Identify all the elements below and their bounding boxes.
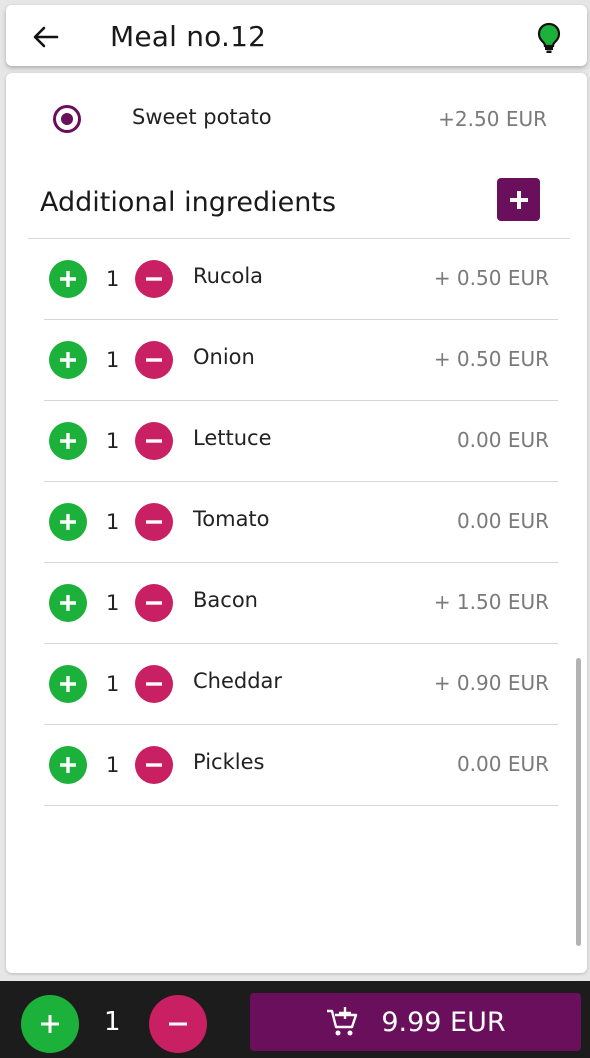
minus-icon xyxy=(169,1022,187,1026)
decrease-button[interactable] xyxy=(135,260,173,298)
plus-icon xyxy=(60,433,76,449)
ingredient-name: Onion xyxy=(193,345,255,369)
increase-button[interactable] xyxy=(49,341,87,379)
app-header: Meal no.12 xyxy=(6,5,587,66)
ingredient-quantity: 1 xyxy=(106,348,120,372)
ingredient-name: Rucola xyxy=(193,264,264,288)
decrease-meal-quantity-button[interactable] xyxy=(149,995,207,1053)
ingredient-quantity: 1 xyxy=(106,267,120,291)
add-ingredient-button[interactable] xyxy=(497,178,540,221)
order-bar: 1 9.99 EUR xyxy=(0,981,590,1058)
increase-button[interactable] xyxy=(49,503,87,541)
ingredient-row-bacon: 1 Bacon + 1.50 EUR xyxy=(44,563,558,644)
decrease-button[interactable] xyxy=(135,584,173,622)
minus-icon xyxy=(146,520,162,524)
decrease-button[interactable] xyxy=(135,422,173,460)
add-to-cart-button[interactable]: 9.99 EUR xyxy=(250,993,581,1051)
decrease-button[interactable] xyxy=(135,665,173,703)
option-price: +2.50 EUR xyxy=(438,107,547,131)
minus-icon xyxy=(146,358,162,362)
minus-icon xyxy=(146,682,162,686)
ingredient-quantity: 1 xyxy=(106,672,120,696)
ingredient-name: Lettuce xyxy=(193,426,272,450)
decrease-button[interactable] xyxy=(135,503,173,541)
radio-selected-dot xyxy=(61,113,73,125)
ingredient-price: 0.00 EUR xyxy=(456,509,549,533)
plus-icon xyxy=(60,676,76,692)
plus-icon xyxy=(60,271,76,287)
increase-button[interactable] xyxy=(49,422,87,460)
plus-icon xyxy=(509,190,528,209)
ingredient-row-pickles: 1 Pickles 0.00 EUR xyxy=(44,725,558,806)
ingredient-price: 0.00 EUR xyxy=(456,752,549,776)
plus-icon xyxy=(60,757,76,773)
ingredient-name: Bacon xyxy=(193,588,258,612)
plus-icon xyxy=(60,514,76,530)
minus-icon xyxy=(146,763,162,767)
plus-icon xyxy=(41,1015,59,1033)
minus-icon xyxy=(146,439,162,443)
section-title: Additional ingredients xyxy=(40,187,337,218)
arrow-left-icon xyxy=(33,26,59,48)
ingredient-price: + 0.50 EUR xyxy=(433,266,549,290)
increase-button[interactable] xyxy=(49,746,87,784)
ingredient-row-onion: 1 Onion + 0.50 EUR xyxy=(44,320,558,401)
back-button[interactable] xyxy=(30,21,62,53)
ingredient-row-lettuce: 1 Lettuce 0.00 EUR xyxy=(44,401,558,482)
option-radio[interactable] xyxy=(53,105,81,133)
ingredient-list: 1 Rucola + 0.50 EUR 1 Onion + 0.50 EUR 1… xyxy=(6,239,587,806)
increase-meal-quantity-button[interactable] xyxy=(21,995,79,1053)
ingredient-price: + 0.50 EUR xyxy=(433,347,549,371)
ingredient-name: Pickles xyxy=(193,750,265,774)
ingredient-row-rucola: 1 Rucola + 0.50 EUR xyxy=(44,239,558,320)
option-label: Sweet potato xyxy=(132,105,272,129)
ingredient-name: Tomato xyxy=(193,507,270,531)
ingredient-price: + 0.90 EUR xyxy=(433,671,549,695)
plus-icon xyxy=(60,352,76,368)
order-total: 9.99 EUR xyxy=(381,1006,506,1038)
ingredient-price: 0.00 EUR xyxy=(456,428,549,452)
ingredient-row-tomato: 1 Tomato 0.00 EUR xyxy=(44,482,558,563)
lightbulb-icon xyxy=(537,22,561,53)
increase-button[interactable] xyxy=(49,584,87,622)
ingredient-quantity: 1 xyxy=(106,753,120,777)
decrease-button[interactable] xyxy=(135,341,173,379)
meal-detail-screen: Meal no.12 Sweet potato +2.50 EUR Additi… xyxy=(0,0,590,1058)
side-option-row[interactable]: Sweet potato +2.50 EUR xyxy=(6,93,587,143)
add-to-cart-icon xyxy=(327,1007,358,1036)
decrease-button[interactable] xyxy=(135,746,173,784)
ingredient-price: + 1.50 EUR xyxy=(433,590,549,614)
ingredient-row-cheddar: 1 Cheddar + 0.90 EUR xyxy=(44,644,558,725)
additional-ingredients-header: Additional ingredients xyxy=(6,173,587,239)
increase-button[interactable] xyxy=(49,260,87,298)
scrollbar[interactable] xyxy=(576,658,581,946)
ingredient-quantity: 1 xyxy=(106,429,120,453)
ingredient-quantity: 1 xyxy=(106,591,120,615)
page-title: Meal no.12 xyxy=(110,20,267,53)
meal-options-card: Sweet potato +2.50 EUR Additional ingred… xyxy=(6,73,587,973)
minus-icon xyxy=(146,601,162,605)
minus-icon xyxy=(146,277,162,281)
ingredient-quantity: 1 xyxy=(106,510,120,534)
plus-icon xyxy=(60,595,76,611)
meal-quantity: 1 xyxy=(104,1007,121,1037)
ingredient-name: Cheddar xyxy=(193,669,283,693)
increase-button[interactable] xyxy=(49,665,87,703)
hint-button[interactable] xyxy=(535,21,563,55)
